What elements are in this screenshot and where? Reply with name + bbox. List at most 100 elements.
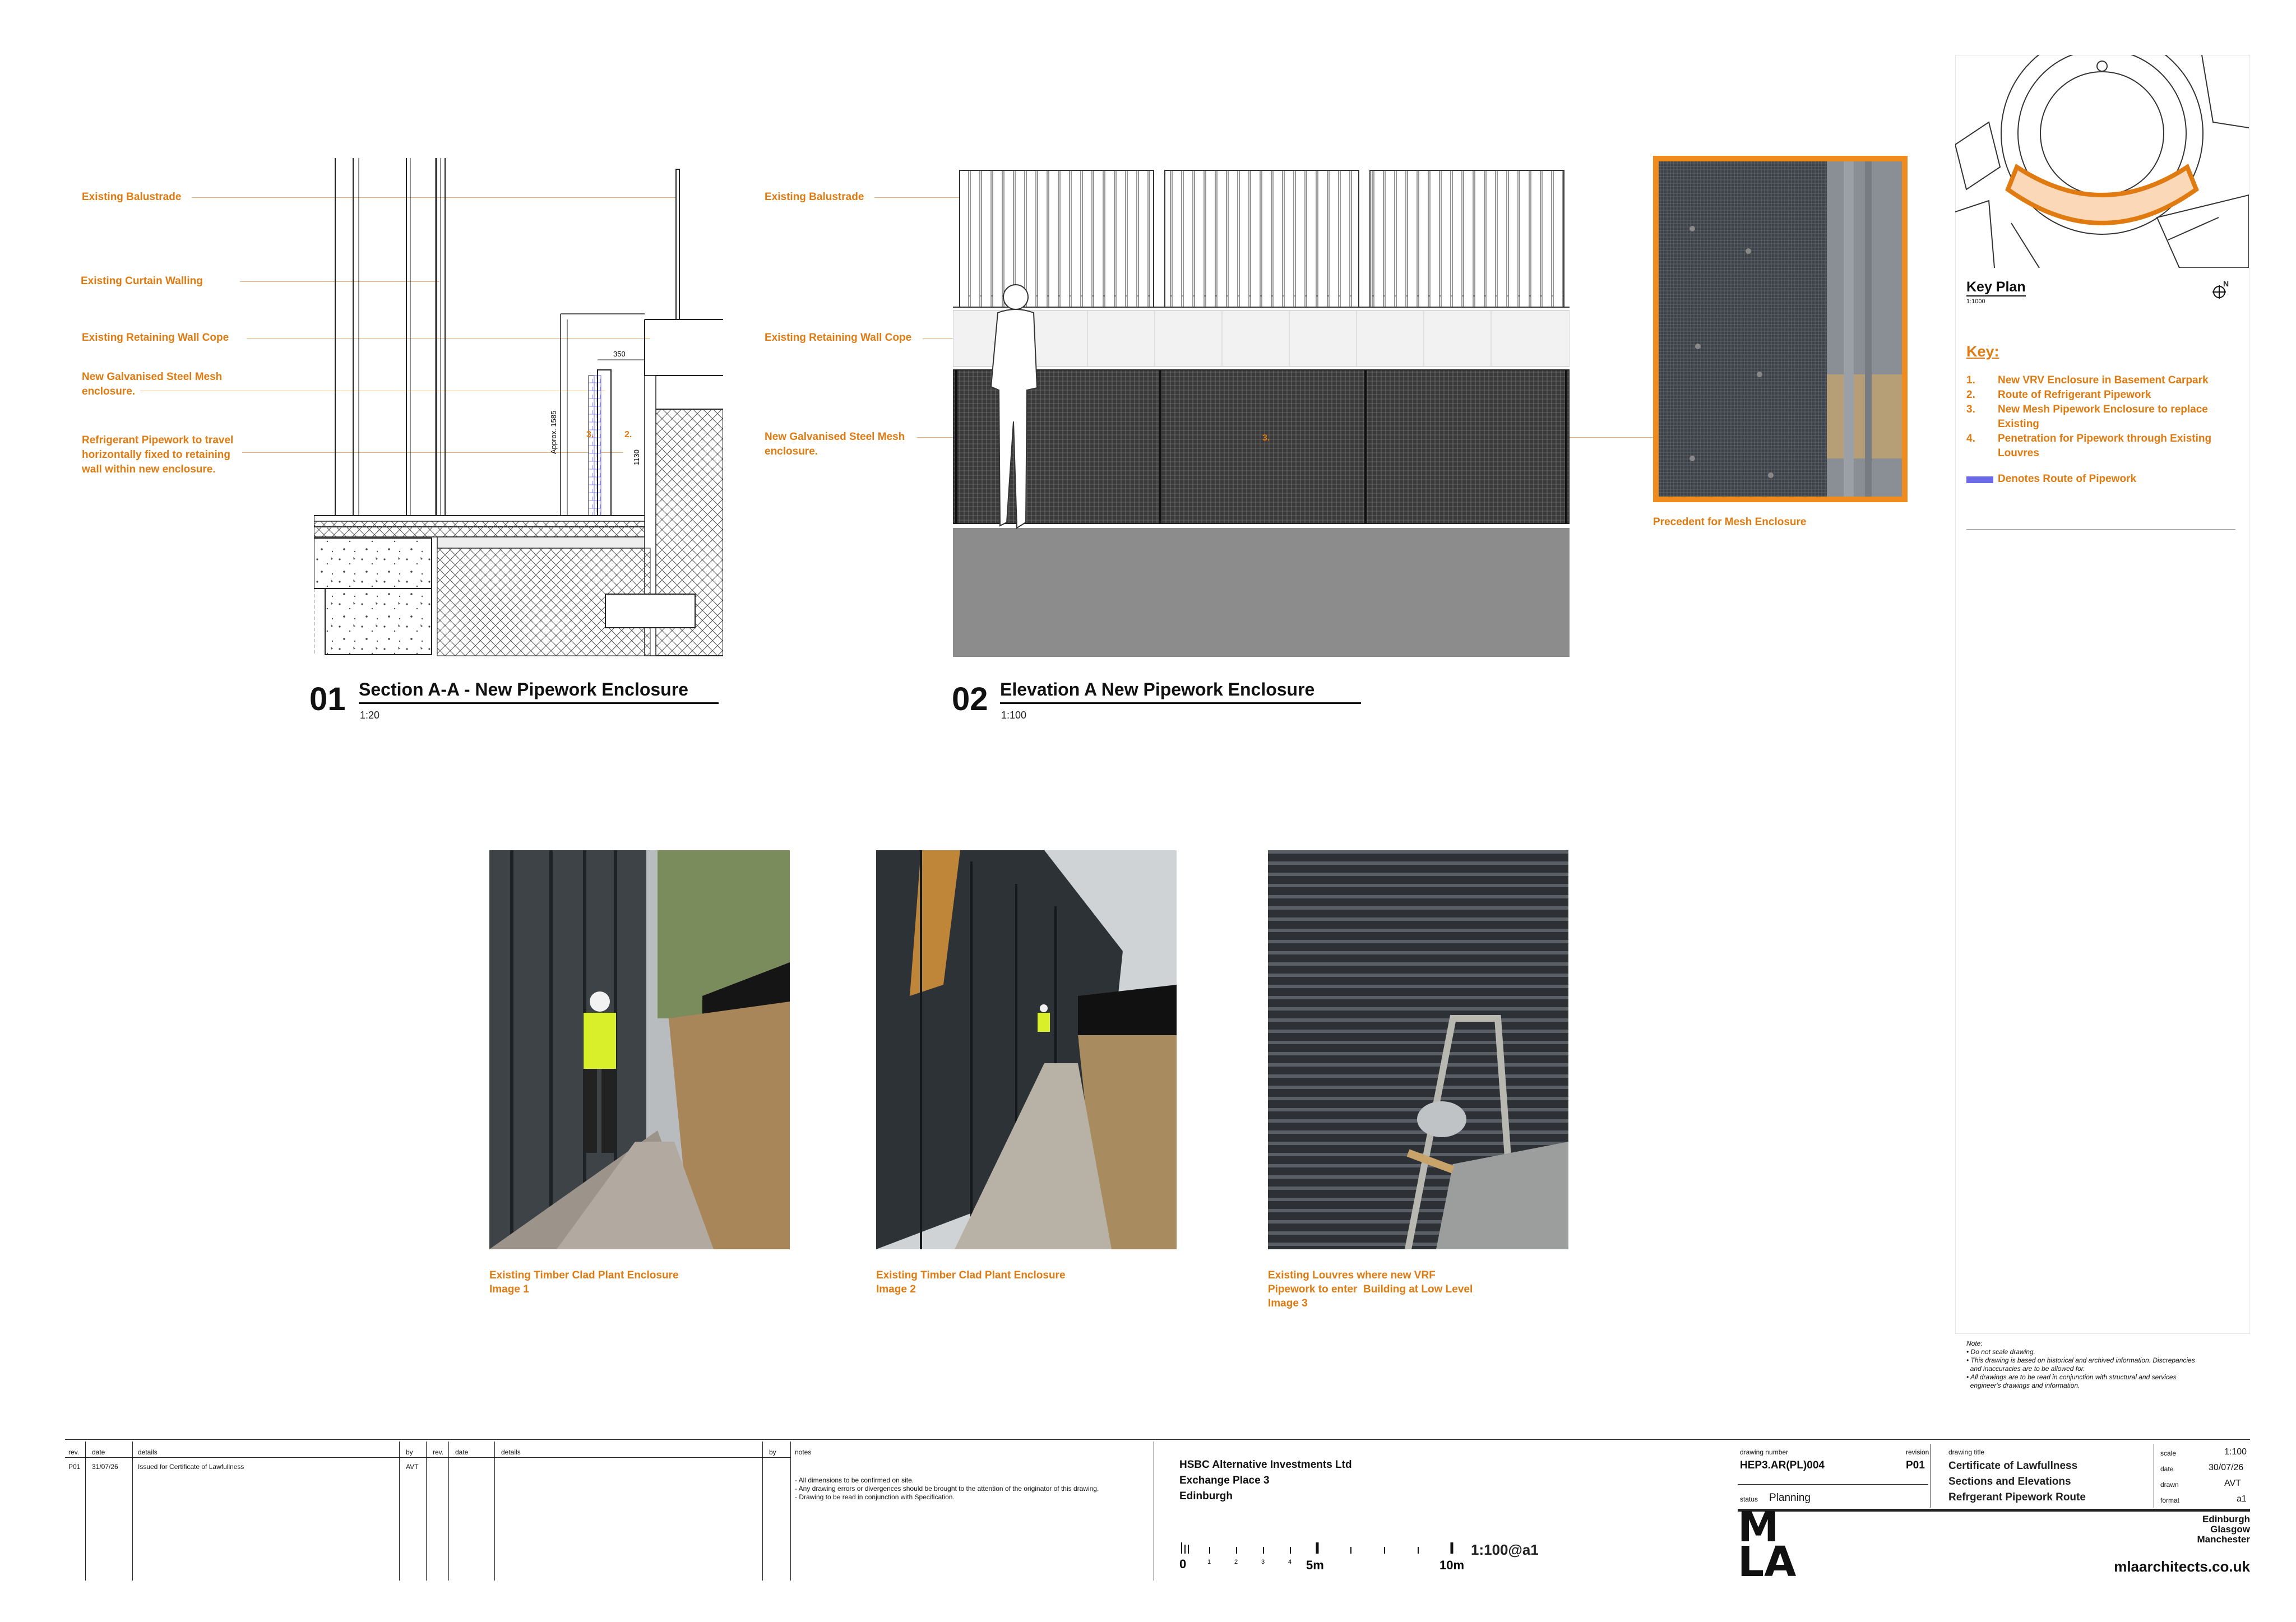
site-photo-2-caption: Existing Timber Clad Plant Enclosure Ima…: [876, 1269, 1066, 1295]
col-rule: [132, 1442, 133, 1581]
title-block-notes: - All dimensions to be confirmed on site…: [795, 1476, 1099, 1501]
note-heading: Note:: [1966, 1340, 1983, 1347]
date-header-2: date: [455, 1448, 469, 1456]
drawn-value: AVT: [2224, 1479, 2241, 1488]
section-a-a-drawing: 350 Approx. 1585 1130 3. 2.: [314, 158, 723, 656]
details-header: details: [138, 1448, 158, 1456]
drawing-title: Certificate of Lawfullness Sections and …: [1948, 1458, 2086, 1505]
key-plan-title: Key Plan: [1966, 279, 2026, 296]
col-rule: [790, 1442, 791, 1581]
callout-existing-balustrade: Existing Balustrade: [765, 191, 864, 203]
mla-logo: M LA: [1738, 1507, 1799, 1586]
drawing-title-line: Certificate of Lawfullness: [1948, 1460, 2078, 1472]
rev-header-2: rev.: [433, 1448, 444, 1456]
key-item-text: New Mesh Pipework Enclosure to replace E…: [1998, 404, 2208, 430]
scale-tick-5m: 5m: [1306, 1558, 1324, 1572]
callout-new-mesh-enclosure: New Galvanised Steel Mesh enclosure.: [765, 431, 905, 457]
office: Manchester: [2197, 1534, 2250, 1545]
drawn-label: drawn: [2160, 1481, 2179, 1489]
dim-width: 350: [613, 350, 626, 358]
by-header: by: [406, 1448, 413, 1456]
client-line: Edinburgh: [1179, 1490, 1233, 1502]
col-rule: [448, 1442, 449, 1581]
callout-existing-balustrade: Existing Balustrade: [82, 191, 182, 203]
status-value: Planning: [1769, 1492, 1811, 1504]
legend-divider: [1966, 529, 2235, 530]
drawing-number: HEP3.AR(PL)004: [1740, 1459, 1825, 1471]
callout-new-mesh-enclosure: New Galvanised Steel Mesh enclosure.: [82, 371, 223, 397]
scale-tick-4: 4: [1288, 1559, 1292, 1565]
dim-height: 1130: [632, 449, 641, 465]
title-block-top-border: [65, 1439, 2250, 1440]
key-item-number: 1.: [1966, 374, 1975, 386]
key-item-text: Penetration for Pipework through Existin…: [1998, 433, 2212, 459]
key-item: 4. Penetration for Pipework through Exis…: [1966, 432, 2247, 461]
precedent-caption: Precedent for Mesh Enclosure: [1653, 516, 1807, 528]
key-item-number: 2.: [1966, 389, 1975, 401]
col-rule: [426, 1442, 427, 1581]
col-rule: [85, 1442, 86, 1581]
key-plan-notes: Note: • Do not scale drawing. • This dra…: [1966, 1340, 2247, 1390]
callout-refrigerant-pipework: Refrigerant Pipework to travel horizonta…: [82, 434, 234, 475]
scale-tick-10m: 10m: [1439, 1558, 1464, 1572]
tb-rule: [1738, 1484, 1928, 1485]
key-item-text: Route of Refrigerant Pipework: [1998, 389, 2151, 401]
col-rule: [494, 1442, 495, 1581]
revision-date: 31/07/26: [92, 1463, 118, 1471]
client-line: HSBC Alternative Investments Ltd: [1179, 1459, 1352, 1471]
drawing-title-line: Sections and Elevations: [1948, 1476, 2071, 1487]
revision-rev: P01: [68, 1463, 81, 1471]
scale-bar: 0 1 2 3 4 5m 10m: [1179, 1542, 1464, 1572]
office: Edinburgh: [2202, 1514, 2250, 1524]
precedent-photo: [1653, 156, 1908, 502]
key-plan-map: [1955, 55, 2249, 268]
note-line: • All drawings are to be read in conjunc…: [1966, 1373, 2177, 1389]
date-header: date: [92, 1448, 105, 1456]
tb-note: - All dimensions to be confirmed on site…: [795, 1476, 914, 1484]
office: Glasgow: [2210, 1524, 2250, 1535]
website: mlaarchitects.co.uk: [2114, 1558, 2250, 1575]
key-plan-scale: 1:1000: [1966, 298, 1985, 305]
key-item-number: 3.: [1966, 404, 1975, 415]
rev-header-rule: [65, 1457, 790, 1458]
col-rule: [762, 1442, 763, 1581]
key-item: 2. Route of Refrigerant Pipework: [1966, 388, 2247, 402]
scale-tick-2: 2: [1234, 1559, 1238, 1565]
section-scale: 1:20: [360, 710, 380, 721]
drawing-number-02: 02: [952, 681, 988, 717]
scale-tick-3: 3: [1261, 1559, 1265, 1565]
tb-rule: [1738, 1509, 2250, 1512]
office-list: Edinburgh Glasgow Manchester: [2197, 1514, 2250, 1545]
note-line: • This drawing is based on historical an…: [1966, 1356, 2195, 1373]
logo-bottom: LA: [1738, 1538, 1797, 1586]
date-label: date: [2160, 1465, 2174, 1473]
drawing-number-01: 01: [309, 681, 346, 717]
site-photo-1: [489, 850, 790, 1249]
north-label: N: [2223, 279, 2229, 288]
col-rule: [399, 1442, 400, 1581]
callout-existing-retaining-wall-cope: Existing Retaining Wall Cope: [82, 332, 229, 344]
date-value: 30/07/26: [2209, 1463, 2244, 1472]
route-legend-swatch: [1966, 476, 1993, 483]
elevation-a-drawing: 3.: [953, 170, 1570, 657]
elevation-scale: 1:100: [1001, 710, 1027, 721]
format-value: a1: [2237, 1494, 2247, 1504]
tb-note: - Drawing to be read in conjunction with…: [795, 1493, 955, 1501]
scale-tick-1: 1: [1207, 1559, 1211, 1565]
site-photo-1-caption: Existing Timber Clad Plant Enclosure Ima…: [489, 1269, 679, 1295]
elevation-title: Elevation A New Pipework Enclosure: [1000, 679, 1361, 704]
by-header-2: by: [769, 1448, 776, 1456]
drawing-title-label: drawing title: [1948, 1448, 1985, 1456]
format-label: format: [2160, 1496, 2180, 1504]
scale-tick-0: 0: [1179, 1557, 1186, 1571]
status-label: status: [1740, 1495, 1758, 1503]
site-photo-3-caption: Existing Louvres where new VRF Pipework …: [1268, 1269, 1473, 1309]
details-header-2: details: [501, 1448, 521, 1456]
client-line: Exchange Place 3: [1179, 1475, 1270, 1486]
drawing-title-line: Refrgerant Pipework Route: [1948, 1491, 2086, 1503]
route-legend-label: Denotes Route of Pipework: [1998, 473, 2137, 485]
client-address: HSBC Alternative Investments Ltd Exchang…: [1179, 1457, 1352, 1504]
key-item-number: 4.: [1966, 433, 1975, 444]
scale-bar-label: 1:100@a1: [1471, 1541, 1539, 1558]
marker-3: 3.: [586, 430, 594, 439]
